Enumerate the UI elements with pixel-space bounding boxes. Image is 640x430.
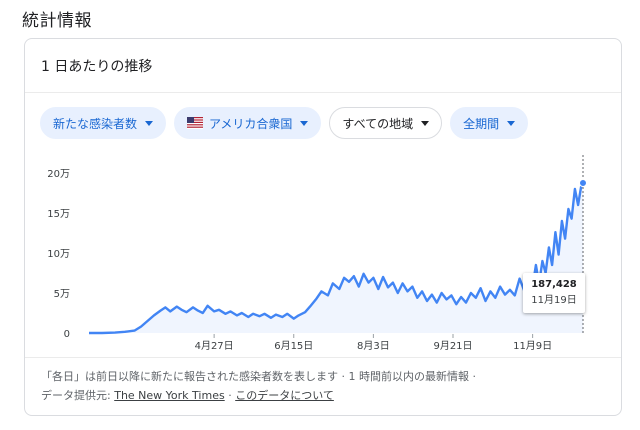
us-flag-icon bbox=[187, 117, 204, 129]
about-data-link[interactable]: このデータについて bbox=[235, 389, 334, 402]
chevron-down-icon bbox=[300, 120, 309, 126]
footer-note: 「各日」は前日以降に新たに報告された感染者数を表します · 1 時間前以内の最新… bbox=[41, 370, 476, 383]
section-title: 統計情報 bbox=[22, 11, 92, 31]
card-header: 1 日あたりの推移 bbox=[25, 39, 621, 93]
source-label: データ提供元: bbox=[41, 389, 111, 402]
y-tick-label: 0 bbox=[64, 329, 70, 340]
filter-chips: 新たな感染者数 アメリカ合衆国 すべての地域 全期間 bbox=[40, 107, 536, 139]
y-tick-label: 5万 bbox=[54, 289, 70, 300]
chevron-down-icon bbox=[507, 120, 516, 126]
tooltip-date: 11月19日 bbox=[531, 295, 577, 306]
footer-divider bbox=[25, 357, 621, 358]
chart-area[interactable]: 0 5万 10万 15万 20万 4月27日 6月15日 8月3日 9月21日 11月9日 bbox=[25, 151, 621, 357]
metric-chip-label: 新たな感染者数 bbox=[53, 116, 138, 131]
cases-chart: 0 5万 10万 15万 20万 4月27日 6月15日 8月3日 9月21日 11月9日 bbox=[47, 155, 587, 352]
stats-card: 1 日あたりの推移 新たな感染者数 アメリカ合衆国 すべての地域 全期間 0 5… bbox=[24, 38, 622, 416]
y-tick-label: 20万 bbox=[47, 169, 70, 180]
y-tick-label: 10万 bbox=[47, 249, 70, 260]
x-tick-label: 9月21日 bbox=[433, 340, 472, 352]
region-chip[interactable]: すべての地域 bbox=[329, 107, 443, 139]
x-tick-label: 11月9日 bbox=[513, 340, 552, 352]
chevron-down-icon bbox=[145, 120, 154, 126]
metric-chip[interactable]: 新たな感染者数 bbox=[40, 107, 167, 139]
chart-tooltip: 187,428 11月19日 bbox=[523, 273, 585, 313]
period-chip-label: 全期間 bbox=[463, 116, 500, 131]
country-chip-label: アメリカ合衆国 bbox=[209, 116, 293, 131]
y-tick-label: 15万 bbox=[47, 209, 70, 220]
tooltip-value: 187,428 bbox=[531, 279, 577, 290]
region-chip-label: すべての地域 bbox=[342, 116, 414, 131]
card-footer: 「各日」は前日以降に新たに報告された感染者数を表します · 1 時間前以内の最新… bbox=[41, 367, 611, 405]
footer-source: データ提供元: The New York Times · このデータについて bbox=[41, 386, 611, 405]
period-chip[interactable]: 全期間 bbox=[450, 107, 529, 139]
source-link[interactable]: The New York Times bbox=[114, 389, 224, 402]
country-chip[interactable]: アメリカ合衆国 bbox=[174, 107, 322, 139]
x-tick-label: 8月3日 bbox=[357, 340, 390, 352]
card-title: 1 日あたりの推移 bbox=[41, 58, 153, 75]
highlight-point bbox=[579, 179, 587, 188]
x-tick-label: 4月27日 bbox=[195, 340, 234, 352]
series-area bbox=[89, 183, 583, 333]
x-tick-label: 6月15日 bbox=[274, 340, 313, 352]
footer-separator: · bbox=[228, 389, 232, 402]
chevron-down-icon bbox=[421, 120, 430, 126]
